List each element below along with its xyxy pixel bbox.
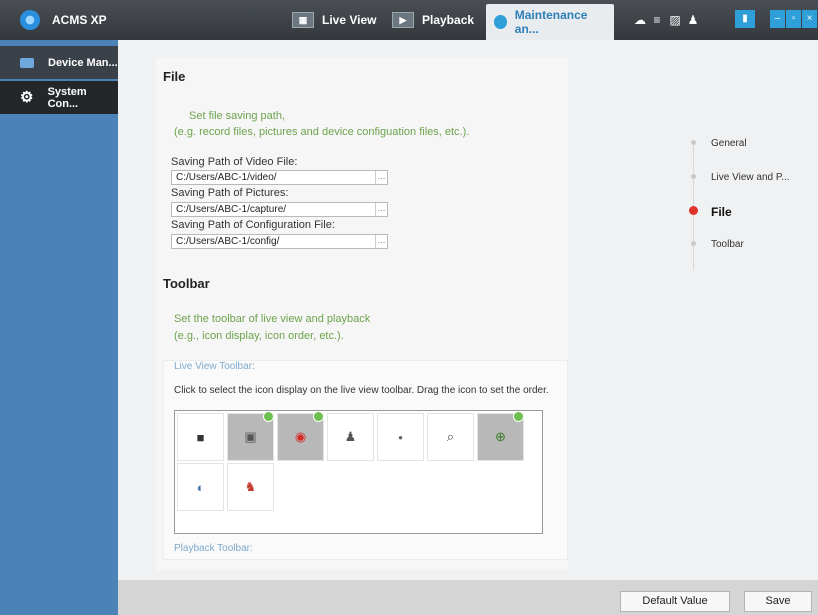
user-icon[interactable]: ♟ xyxy=(686,13,700,27)
app-logo-icon xyxy=(20,10,40,30)
playback-icon: ▶ xyxy=(392,12,414,28)
save-button[interactable]: Save xyxy=(744,591,812,612)
video-path-browse-button[interactable]: … xyxy=(375,171,387,184)
pictures-path-label: Saving Path of Pictures: xyxy=(171,187,289,199)
step-dot xyxy=(691,241,696,246)
capture-icon: ▣ xyxy=(244,429,257,444)
config-path-field[interactable]: C:/Users/ABC-1/config/ … xyxy=(171,234,388,249)
device-icon xyxy=(20,57,34,68)
title-bar: ACMS XP ▦ Live View ▶ Playback Maintenan… xyxy=(0,0,818,40)
stop-icon: ■ xyxy=(196,429,205,445)
step-general[interactable]: General xyxy=(711,138,747,149)
tab-maintenance[interactable]: Maintenance an... xyxy=(486,4,614,40)
toolbar-icon-cell[interactable]: • xyxy=(377,413,424,461)
maintenance-icon xyxy=(494,15,507,29)
sidebar-item-device-management[interactable]: Device Man... xyxy=(0,46,118,79)
steps-line xyxy=(693,140,694,270)
step-dot xyxy=(691,174,696,179)
live-view-icon: ▦ xyxy=(292,12,314,28)
tab-live-view-label: Live View xyxy=(322,13,377,27)
check-icon xyxy=(263,411,274,422)
step-file[interactable]: File xyxy=(711,205,732,219)
lock-icon[interactable]: ▮ xyxy=(735,10,755,28)
config-path-browse-button[interactable]: … xyxy=(375,235,387,248)
toolbar-icon-grid: ■ ▣ ◉ ♟ • ⌕ ⊕ ◐ ♞ xyxy=(174,410,543,534)
toolbar-icon-cell[interactable]: ◐ xyxy=(177,463,224,511)
tab-playback[interactable]: ▶ Playback xyxy=(384,6,482,34)
microphone-icon: • xyxy=(398,429,403,445)
sidebar-item-system-configuration[interactable]: ⚙ System Con... xyxy=(0,81,118,114)
gear-icon: ⚙ xyxy=(20,88,34,106)
toolbar-icon-cell[interactable]: ♟ xyxy=(327,413,374,461)
toolbar-icon-cell[interactable]: ■ xyxy=(177,413,224,461)
tab-live-view[interactable]: ▦ Live View xyxy=(284,6,384,34)
toolbar-icon-cell[interactable]: ◉ xyxy=(277,411,324,461)
broadcast-icon: ♞ xyxy=(244,479,257,494)
tab-playback-label: Playback xyxy=(422,13,475,27)
file-description-example: (e.g. record files, pictures and device … xyxy=(174,126,470,138)
camera-status-icon: ◐ xyxy=(196,479,205,495)
cloud-icon[interactable]: ☁ xyxy=(633,13,647,27)
check-icon xyxy=(513,411,524,422)
app-title: ACMS XP xyxy=(52,13,107,27)
video-path-field[interactable]: C:/Users/ABC-1/video/ … xyxy=(171,170,388,185)
check-icon xyxy=(313,411,324,422)
image-icon[interactable]: ▨ xyxy=(668,13,682,27)
video-path-label: Saving Path of Video File: xyxy=(171,156,298,168)
record-icon: ◉ xyxy=(294,429,307,444)
tab-maintenance-label: Maintenance an... xyxy=(514,8,588,36)
step-toolbar[interactable]: Toolbar xyxy=(711,239,744,250)
pictures-path-value: C:/Users/ABC-1/capture/ xyxy=(176,204,287,215)
person-icon: ♟ xyxy=(344,429,357,444)
default-value-button[interactable]: Default Value xyxy=(620,591,730,612)
toolbar-description: Set the toolbar of live view and playbac… xyxy=(174,313,371,325)
toolbar-icon-cell[interactable]: ⌕ xyxy=(427,413,474,461)
menu-icon[interactable]: ≡ xyxy=(650,13,664,27)
toolbar-icon-cell[interactable]: ♞ xyxy=(227,463,274,511)
sidebar-item-label: Device Man... xyxy=(48,56,118,69)
live-view-toolbar-label: Live View Toolbar: xyxy=(174,361,255,372)
toolbar-description-example: (e.g., icon display, icon order, etc.). xyxy=(174,330,344,342)
sidebar: Device Man... ⚙ System Con... xyxy=(0,40,118,615)
active-step-dot xyxy=(689,206,698,215)
pictures-path-browse-button[interactable]: … xyxy=(375,203,387,216)
step-live-view-playback[interactable]: Live View and P... xyxy=(711,172,790,183)
ptz-icon: ⊕ xyxy=(495,429,506,444)
video-path-value: C:/Users/ABC-1/video/ xyxy=(176,172,277,183)
toolbar-section-title: Toolbar xyxy=(163,276,210,291)
minimize-icon[interactable]: – xyxy=(770,10,785,28)
toolbar-icon-cell[interactable]: ⊕ xyxy=(477,411,524,461)
pictures-path-field[interactable]: C:/Users/ABC-1/capture/ … xyxy=(171,202,388,217)
close-icon[interactable]: × xyxy=(802,10,817,28)
config-path-value: C:/Users/ABC-1/config/ xyxy=(176,236,280,247)
toolbar-icon-cell[interactable]: ▣ xyxy=(227,411,274,461)
file-description: Set file saving path, xyxy=(189,110,286,122)
config-path-label: Saving Path of Configuration File: xyxy=(171,219,335,231)
sidebar-item-label: System Con... xyxy=(47,85,87,110)
step-dot xyxy=(691,140,696,145)
file-section-title: File xyxy=(163,69,186,84)
zoom-icon: ⌕ xyxy=(446,429,455,444)
maximize-icon[interactable]: ▫ xyxy=(786,10,801,28)
playback-toolbar-label: Playback Toolbar: xyxy=(174,543,253,554)
toolbar-instruction: Click to select the icon display on the … xyxy=(174,385,549,396)
